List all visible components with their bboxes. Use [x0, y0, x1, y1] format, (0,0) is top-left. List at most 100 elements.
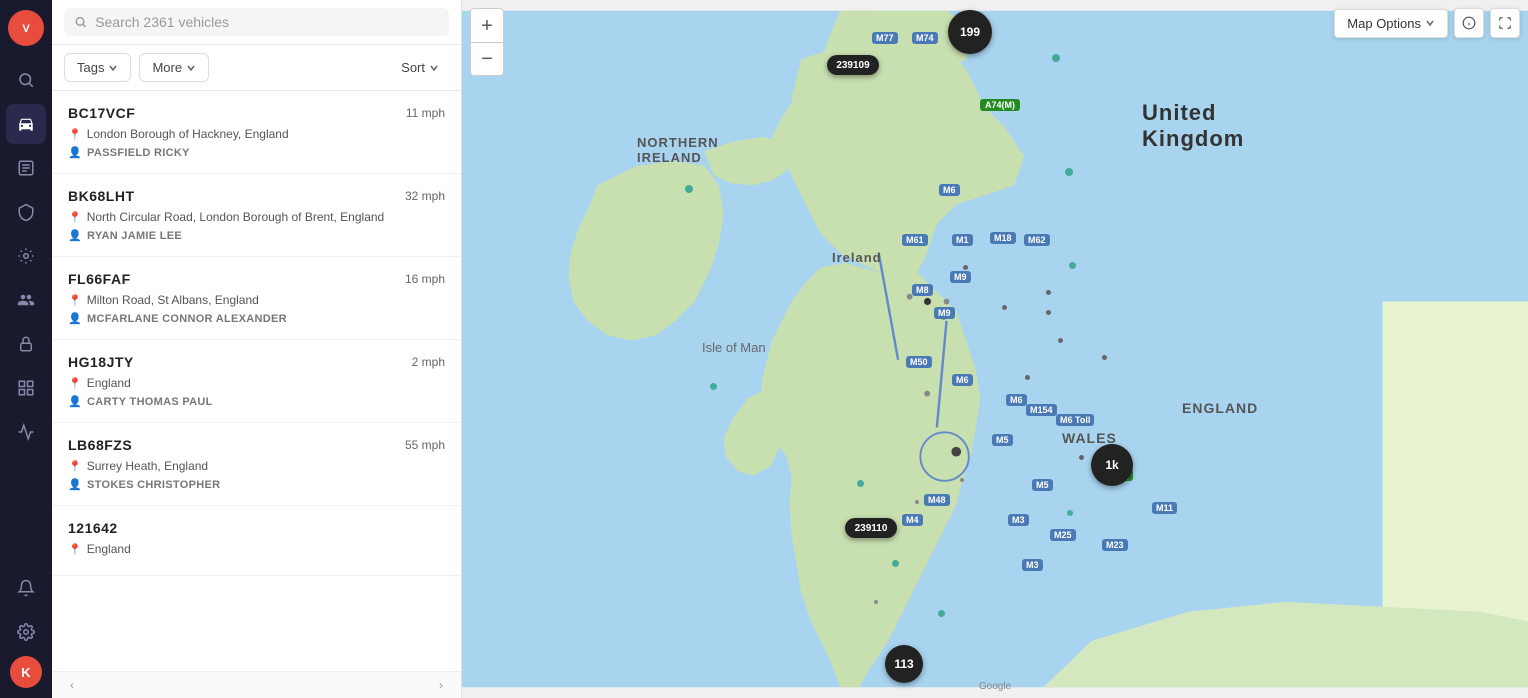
label-england: ENGLAND — [1182, 400, 1258, 416]
vehicle-plate: HG18JTY — [68, 354, 134, 370]
city-dot-sheffield — [1046, 310, 1051, 315]
sidebar-item-vehicles[interactable] — [6, 104, 46, 144]
map-fullscreen-button[interactable] — [1490, 8, 1520, 38]
scroll-right-arrow[interactable]: › — [433, 676, 449, 694]
vehicle-location: 📍North Circular Road, London Borough of … — [68, 210, 445, 224]
driver-icon: 👤 — [68, 146, 82, 159]
vehicle-speed: 16 mph — [405, 272, 445, 286]
map-area: M77 M74 A74(M) M6 M61 M1 M18 M62 M9 M8 M — [462, 0, 1528, 698]
scroll-left-arrow[interactable]: ‹ — [64, 676, 80, 694]
map-pin-1 — [1052, 54, 1060, 62]
sidebar-item-analytics[interactable] — [6, 412, 46, 452]
location-icon: 📍 — [68, 377, 82, 390]
cluster-239109[interactable]: 239109 — [827, 55, 879, 75]
vehicle-driver: 👤STOKES CHRISTOPHER — [68, 478, 445, 491]
map-pin-cardiff — [857, 480, 864, 487]
road-badge-m5b: M5 — [1032, 475, 1053, 493]
vehicle-item[interactable]: 121642📍England — [52, 506, 461, 576]
zoom-out-button[interactable]: − — [470, 42, 504, 76]
vehicle-driver: 👤RYAN JAMIE LEE — [68, 229, 445, 242]
map-options-button[interactable]: Map Options — [1334, 9, 1448, 38]
sidebar-item-reports[interactable] — [6, 148, 46, 188]
user-avatar[interactable]: K — [10, 656, 42, 688]
sort-button[interactable]: Sort — [391, 54, 449, 81]
search-bar — [52, 0, 461, 45]
scroll-indicator: ‹ › — [52, 671, 461, 698]
driver-icon: 👤 — [68, 478, 82, 491]
chevron-down-icon-map — [1425, 18, 1435, 28]
search-input[interactable] — [95, 14, 439, 30]
city-dot-dublin — [924, 298, 931, 305]
cluster-199[interactable]: 199 — [948, 10, 992, 54]
tags-filter-button[interactable]: Tags — [64, 53, 131, 82]
road-badge-m11: M11 — [1152, 498, 1177, 516]
vehicle-speed: 55 mph — [405, 438, 445, 452]
vehicle-list: BC17VCF11 mph📍London Borough of Hackney,… — [52, 91, 461, 671]
google-logo: Google — [979, 681, 1011, 692]
sidebar: V K — [0, 0, 52, 698]
city-dot-london — [1079, 455, 1084, 460]
road-badge-m6: M6 — [939, 180, 960, 198]
city-dot-birmingham — [1025, 375, 1030, 380]
more-filter-button[interactable]: More — [139, 53, 209, 82]
sidebar-item-notifications[interactable] — [6, 568, 46, 608]
zoom-controls: + − — [470, 8, 504, 76]
map-pin-2 — [1065, 168, 1073, 176]
chevron-down-icon — [108, 63, 118, 73]
sidebar-item-security[interactable] — [6, 192, 46, 232]
map-top-bar: Map Options — [1334, 8, 1520, 38]
zoom-in-button[interactable]: + — [470, 8, 504, 42]
vehicle-item[interactable]: BK68LHT32 mph📍North Circular Road, Londo… — [52, 174, 461, 257]
road-badge-a74m: A74(M) — [980, 95, 1020, 113]
vehicle-location: 📍Surrey Heath, England — [68, 459, 445, 473]
vehicle-item[interactable]: HG18JTY2 mph📍England👤CARTY THOMAS PAUL — [52, 340, 461, 423]
map-pin-southampton — [1067, 510, 1073, 516]
map-info-button[interactable] — [1454, 8, 1484, 38]
sidebar-item-search[interactable] — [6, 60, 46, 100]
vehicle-location: 📍England — [68, 542, 445, 556]
sidebar-item-groups[interactable] — [6, 280, 46, 320]
vehicle-item[interactable]: FL66FAF16 mph📍Milton Road, St Albans, En… — [52, 257, 461, 340]
road-badge-m8: M8 — [912, 280, 933, 298]
location-icon: 📍 — [68, 543, 82, 556]
road-badge-m25: M25 — [1050, 525, 1076, 543]
vehicle-item[interactable]: BC17VCF11 mph📍London Borough of Hackney,… — [52, 91, 461, 174]
cluster-239110[interactable]: 239110 — [845, 518, 897, 538]
road-badge-m154: M154 — [1026, 400, 1057, 418]
road-badge-m1: M1 — [952, 230, 973, 248]
location-icon: 📍 — [68, 211, 82, 224]
cluster-1k[interactable]: 1k — [1091, 444, 1133, 486]
road-badge-m6c: M6 — [1006, 390, 1027, 408]
city-dot-edinburgh — [963, 265, 968, 270]
road-badge-m4: M4 — [902, 510, 923, 528]
road-badge-m6toll: M6 Toll — [1056, 410, 1094, 428]
map-container[interactable]: M77 M74 A74(M) M6 M61 M1 M18 M62 M9 M8 M — [462, 0, 1528, 698]
vehicle-driver: 👤PASSFIELD RICKY — [68, 146, 445, 159]
sidebar-item-settings[interactable] — [6, 612, 46, 652]
city-dot-nottingham — [1058, 338, 1063, 343]
sidebar-item-tools[interactable] — [6, 236, 46, 276]
road-badge-m77: M77 — [872, 28, 898, 46]
svg-text:V: V — [22, 23, 30, 35]
sidebar-item-lock[interactable] — [6, 324, 46, 364]
vehicle-panel: Tags More Sort BC17VCF11 mph📍London Boro… — [52, 0, 462, 698]
cluster-113[interactable]: 113 — [885, 645, 923, 683]
driver-icon: 👤 — [68, 395, 82, 408]
map-pin-exeter — [938, 610, 945, 617]
search-input-wrap — [64, 8, 449, 36]
road-badge-m62: M62 — [1024, 230, 1050, 248]
more-label: More — [152, 60, 182, 75]
map-options-label: Map Options — [1347, 16, 1421, 31]
vehicle-location: 📍England — [68, 376, 445, 390]
vehicle-item[interactable]: LB68FZS55 mph📍Surrey Heath, England👤STOK… — [52, 423, 461, 506]
vehicle-speed: 32 mph — [405, 189, 445, 203]
map-pin-4 — [1069, 262, 1076, 269]
road-badge-m61: M61 — [902, 230, 928, 248]
road-badge-m23: M23 — [1102, 535, 1128, 553]
sidebar-item-grid[interactable] — [6, 368, 46, 408]
map-pin-3 — [685, 185, 693, 193]
road-badge-m9: M9 — [950, 267, 971, 285]
road-badge-m5: M5 — [992, 430, 1013, 448]
app-logo[interactable]: V — [8, 10, 44, 46]
road-badge-m9b: M9 — [934, 303, 955, 321]
